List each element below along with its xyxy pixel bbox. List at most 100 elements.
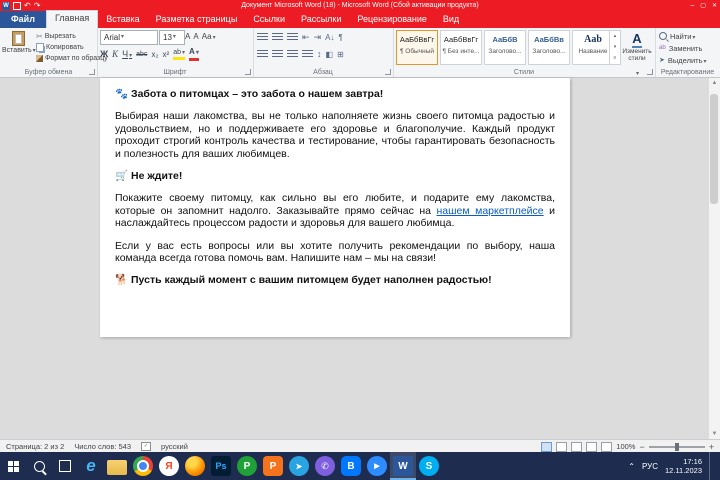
font-name-select[interactable]: Arial: [100, 30, 158, 45]
orange-p-app-icon[interactable]: P: [263, 456, 283, 476]
styles-dialog-launcher-icon[interactable]: [647, 69, 653, 75]
styles-gallery-scroll[interactable]: ▴ ▾ ≡: [609, 30, 621, 65]
doc-heading-cta[interactable]: 🛒 Не ждите!: [115, 170, 555, 182]
scroll-up-icon[interactable]: ▲: [709, 80, 720, 86]
borders-icon[interactable]: ⊞: [337, 50, 344, 59]
vk-icon[interactable]: B: [341, 456, 361, 476]
grow-font-button[interactable]: А: [185, 32, 190, 41]
scroll-down-icon[interactable]: ▼: [709, 431, 720, 437]
yandex-browser-icon[interactable]: Я: [159, 456, 179, 476]
multilevel-list-icon[interactable]: [287, 32, 298, 42]
word-count[interactable]: Число слов: 543: [74, 442, 131, 451]
scrollbar-thumb[interactable]: [710, 94, 718, 204]
tab-file[interactable]: Файл: [0, 11, 46, 28]
align-right-icon[interactable]: [287, 49, 298, 59]
bold-button[interactable]: Ж: [100, 49, 108, 59]
italic-button[interactable]: К: [112, 49, 118, 59]
font-size-select[interactable]: 13: [159, 30, 185, 45]
keyboard-language[interactable]: РУС: [642, 462, 658, 471]
show-desktop-button[interactable]: [709, 452, 714, 480]
taskbar-search-button[interactable]: [26, 452, 52, 480]
sort-button[interactable]: А↓: [325, 33, 334, 42]
pilcrow-button[interactable]: ¶: [338, 33, 342, 42]
line-spacing-icon[interactable]: ↕: [317, 49, 322, 59]
document-page[interactable]: 🐾 Забота о питомцах – это забота о нашем…: [100, 78, 570, 337]
tab-home[interactable]: Главная: [45, 10, 99, 28]
decrease-indent-icon[interactable]: ⇤: [302, 32, 310, 43]
zoom-in-button[interactable]: +: [709, 442, 714, 452]
tray-chevron-icon[interactable]: ⌃: [628, 462, 635, 471]
task-view-button[interactable]: [52, 452, 78, 480]
style-no-spacing[interactable]: АаБбВвГг ¶ Без инте...: [440, 30, 482, 65]
increase-indent-icon[interactable]: ⇥: [314, 32, 322, 43]
view-outline-button[interactable]: [586, 441, 598, 452]
telegram-icon[interactable]: ➤: [289, 456, 309, 476]
view-draft-button[interactable]: [601, 441, 613, 452]
bullets-icon[interactable]: [257, 32, 268, 42]
strikethrough-button[interactable]: abc: [136, 51, 147, 58]
align-center-icon[interactable]: [272, 49, 283, 59]
vertical-scrollbar[interactable]: ▲ ▼: [708, 78, 720, 439]
font-color-button[interactable]: А: [189, 47, 199, 61]
zoom-app-icon[interactable]: ▶: [367, 456, 387, 476]
chrome-icon[interactable]: [133, 456, 153, 476]
view-print-layout-button[interactable]: [541, 441, 553, 452]
doc-heading-intro[interactable]: 🐾 Забота о питомцах – это забота о нашем…: [115, 88, 555, 100]
taskbar-clock[interactable]: 17:16 12.11.2023: [665, 457, 702, 475]
style-title[interactable]: Aab Название: [572, 30, 614, 65]
subscript-button[interactable]: x₂: [151, 50, 158, 59]
change-case-button[interactable]: Аа: [202, 32, 216, 41]
tab-insert[interactable]: Вставка: [98, 11, 147, 28]
start-button[interactable]: [0, 452, 26, 480]
view-web-layout-button[interactable]: [571, 441, 583, 452]
green-p-app-icon[interactable]: P: [237, 456, 257, 476]
numbering-icon[interactable]: [272, 32, 283, 42]
paragraph-dialog-launcher-icon[interactable]: [385, 69, 391, 75]
justify-icon[interactable]: [302, 49, 313, 59]
tab-mailings[interactable]: Рассылки: [293, 11, 349, 28]
doc-paragraph-cta[interactable]: Покажите своему питомцу, как сильно вы е…: [115, 192, 555, 229]
style-normal[interactable]: АаБбВвГг ¶ Обычный: [396, 30, 438, 65]
zoom-out-button[interactable]: −: [639, 442, 644, 452]
page-indicator[interactable]: Страница: 2 из 2: [6, 442, 64, 451]
highlight-color-button[interactable]: ab: [173, 49, 186, 60]
zoom-slider-thumb[interactable]: [674, 442, 679, 451]
word-taskbar-slot[interactable]: W: [390, 452, 416, 480]
align-left-icon[interactable]: [257, 49, 268, 59]
clipboard-dialog-launcher-icon[interactable]: [89, 69, 95, 75]
undo-icon[interactable]: ↶: [24, 0, 31, 11]
marketplace-link[interactable]: нашем маркетплейсе: [436, 205, 543, 217]
view-fullscreen-button[interactable]: [556, 441, 568, 452]
style-heading2[interactable]: АаБбВв Заголово...: [528, 30, 570, 65]
doc-paragraph-quality[interactable]: Выбирая наши лакомства, вы не только нап…: [115, 110, 555, 160]
tab-page-layout[interactable]: Разметка страницы: [148, 11, 246, 28]
save-icon[interactable]: [13, 1, 21, 10]
paste-button[interactable]: Вставить: [2, 30, 36, 64]
shrink-font-button[interactable]: А: [193, 32, 198, 41]
zoom-slider[interactable]: [648, 442, 705, 451]
redo-icon[interactable]: ↷: [34, 0, 41, 11]
zoom-level[interactable]: 100%: [616, 442, 635, 451]
photoshop-icon[interactable]: Ps: [211, 456, 231, 476]
doc-paragraph-support[interactable]: Если у вас есть вопросы или вы хотите по…: [115, 240, 555, 265]
language-indicator[interactable]: русский: [161, 442, 188, 451]
spellcheck-icon[interactable]: ✓: [141, 442, 152, 451]
word-app-icon[interactable]: W: [393, 456, 413, 476]
replace-button[interactable]: ab Заменить: [655, 42, 707, 54]
find-button[interactable]: Найти: [655, 30, 707, 42]
underline-button[interactable]: Ч: [122, 49, 132, 59]
font-dialog-launcher-icon[interactable]: [245, 69, 251, 75]
superscript-button[interactable]: x²: [163, 50, 170, 59]
tab-review[interactable]: Рецензирование: [349, 11, 435, 28]
select-button[interactable]: ➤ Выделить: [655, 54, 707, 66]
viber-icon[interactable]: ✆: [315, 456, 335, 476]
doc-heading-final[interactable]: 🐕 Пусть каждый момент с вашим питомцем б…: [115, 274, 555, 286]
tab-view[interactable]: Вид: [435, 11, 467, 28]
shading-icon[interactable]: ◧: [326, 50, 334, 59]
style-heading1[interactable]: АаБбВ Заголово...: [484, 30, 526, 65]
tab-references[interactable]: Ссылки: [245, 11, 293, 28]
explorer-icon[interactable]: [107, 460, 127, 475]
edge-icon[interactable]: e: [81, 456, 101, 476]
firefox-icon[interactable]: [185, 456, 205, 476]
skype-icon[interactable]: S: [419, 456, 439, 476]
